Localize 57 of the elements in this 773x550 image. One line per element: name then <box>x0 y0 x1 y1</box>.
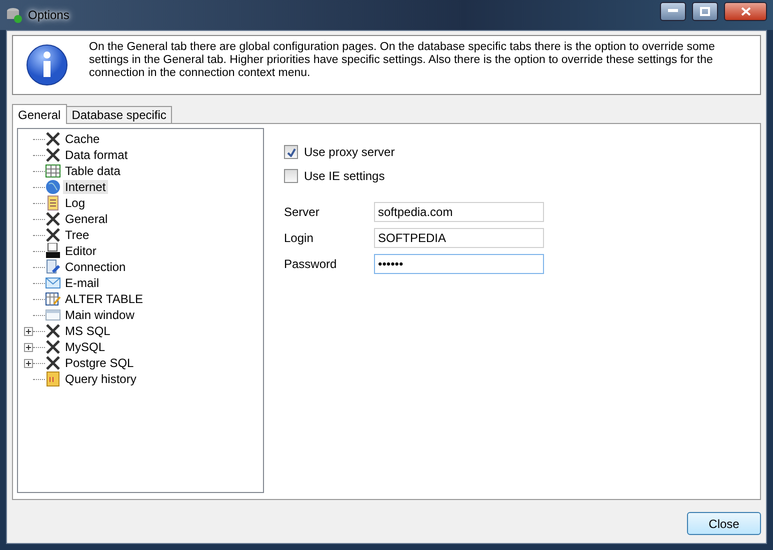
tools-icon <box>45 339 61 355</box>
tree-item[interactable]: Tree <box>63 228 92 242</box>
window-title: Options <box>28 8 70 22</box>
expand-icon[interactable] <box>24 342 33 352</box>
info-icon <box>25 43 69 87</box>
input-field[interactable]: softpedia.com <box>374 202 544 222</box>
minimize-button[interactable] <box>660 2 686 20</box>
tree-item[interactable]: ALTER TABLE <box>63 292 146 306</box>
tools-icon <box>45 211 61 227</box>
tree-item[interactable]: General <box>63 212 110 226</box>
field-label: Login <box>284 231 314 245</box>
window-icon <box>45 307 61 323</box>
checkbox[interactable] <box>284 145 298 159</box>
tree-item[interactable]: MySQL <box>63 340 108 354</box>
checkbox[interactable] <box>284 169 298 183</box>
tab[interactable]: General <box>12 104 67 124</box>
tab[interactable]: Database specific <box>66 106 172 124</box>
tree-item[interactable]: Log <box>63 196 88 210</box>
sql-file-icon <box>45 243 61 259</box>
tools-icon <box>45 147 61 163</box>
close-window-button[interactable] <box>724 2 767 20</box>
maximize-icon <box>700 6 710 16</box>
checkbox-label: Use proxy server <box>304 145 395 159</box>
tree-item[interactable]: Table data <box>63 164 122 178</box>
database-icon <box>6 7 22 23</box>
tree-item[interactable]: Query history <box>63 372 138 386</box>
tools-icon <box>45 355 61 371</box>
tree-item[interactable]: E-mail <box>63 276 102 290</box>
tree-item[interactable]: Main window <box>63 308 136 322</box>
globe-icon <box>45 179 61 195</box>
tree-item[interactable]: Cache <box>63 132 102 146</box>
envelope-icon <box>45 275 61 291</box>
tree-item[interactable]: Internet <box>63 180 108 194</box>
expand-icon[interactable] <box>24 326 33 336</box>
tree-item[interactable]: Data format <box>63 148 130 162</box>
connection-icon <box>45 259 61 275</box>
notepad-icon <box>45 195 61 211</box>
table-icon <box>45 163 61 179</box>
tree-item[interactable]: MS SQL <box>63 324 112 338</box>
close-button[interactable]: Close <box>687 512 761 535</box>
field-label: Password <box>284 257 338 271</box>
tools-icon <box>45 131 61 147</box>
maximize-button[interactable] <box>692 2 718 20</box>
history-icon <box>45 371 61 387</box>
input-field[interactable]: •••••• <box>374 254 544 274</box>
tools-icon <box>45 227 61 243</box>
checkbox-label: Use IE settings <box>304 169 385 183</box>
expand-icon[interactable] <box>24 358 33 368</box>
tree-item[interactable]: Postgre SQL <box>63 356 136 370</box>
info-text: On the General tab there are global configuration pages. On the database specific tabs there is the option to override some settings in the General tab. Higher priorities have specific settings. Also there is the option to override these settings for the connection in the connection context menu. <box>89 41 716 80</box>
tree-item[interactable]: Connection <box>63 260 128 274</box>
close-icon <box>740 6 750 16</box>
field-label: Server <box>284 205 320 219</box>
tools-icon <box>45 323 61 339</box>
input-field[interactable]: SOFTPEDIA <box>374 228 544 248</box>
minimize-icon <box>668 9 678 13</box>
tree-item[interactable]: Editor <box>63 244 98 258</box>
